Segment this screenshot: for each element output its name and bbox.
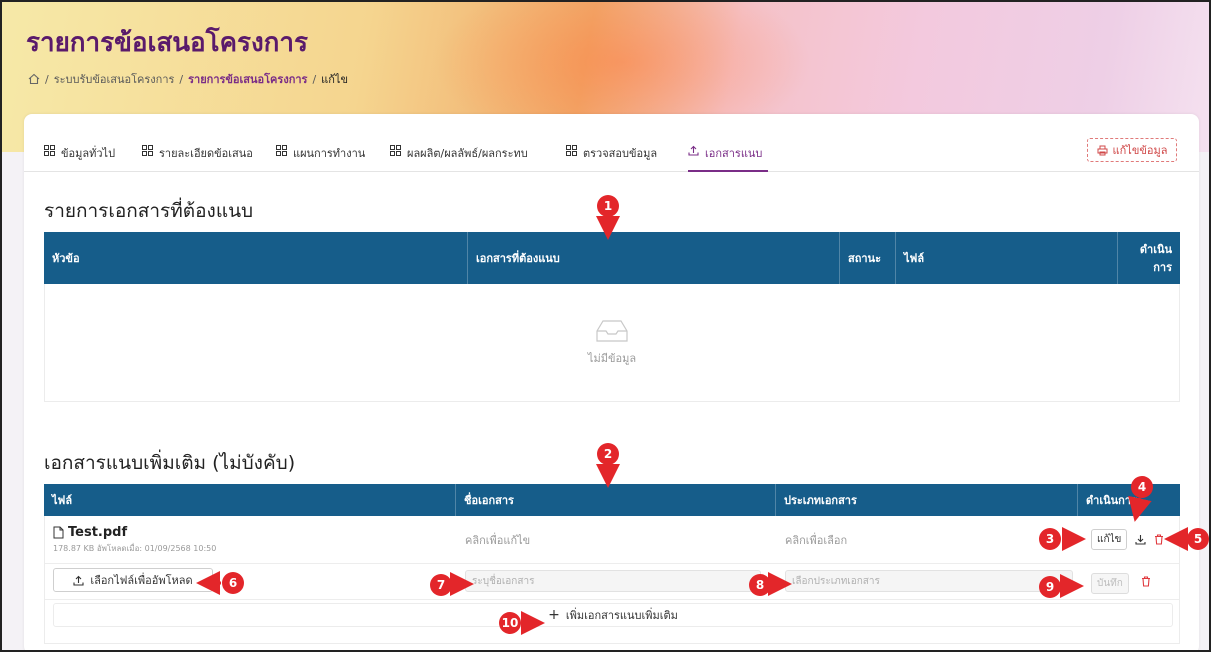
marker-9: 9 [1039, 576, 1061, 598]
marker-7: 7 [430, 574, 452, 596]
marker-4: 4 [1131, 476, 1153, 498]
screenshot-frame: รายการข้อเสนอโครงการ / ระบบรับข้อเสนอโคร… [0, 0, 1211, 652]
marker-8: 8 [749, 574, 771, 596]
marker-6: 6 [222, 572, 244, 594]
marker-2: 2 [597, 443, 619, 465]
marker-1: 1 [597, 195, 619, 217]
annotation-arrows [196, 216, 1188, 635]
marker-5: 5 [1187, 528, 1209, 550]
marker-10: 10 [499, 612, 521, 634]
marker-3: 3 [1039, 528, 1061, 550]
